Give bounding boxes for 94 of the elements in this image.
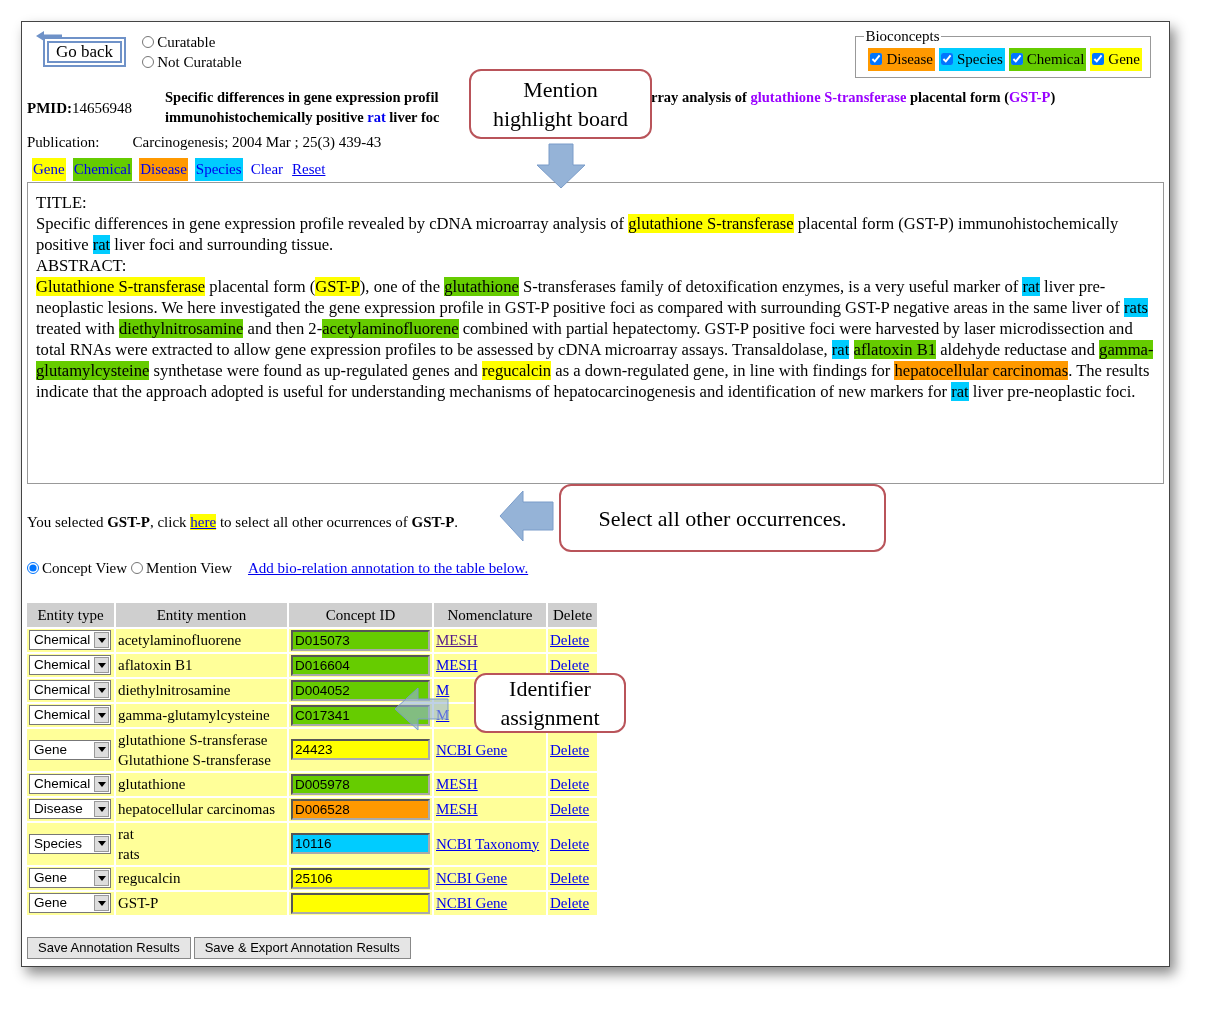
entity-mention: rat: [118, 824, 135, 844]
bioconcept-label: Chemical: [1026, 50, 1085, 69]
callout: Mention highlight board: [469, 69, 652, 139]
entity-type-dropdown[interactable]: Species: [29, 833, 111, 854]
pmid-text: PMID:14656948: [27, 98, 133, 118]
add-relation-link[interactable]: Add bio-relation annotation to the table below.: [247, 557, 529, 580]
column-header: Entity type: [27, 602, 114, 627]
entity-type-dropdown[interactable]: Gene: [29, 893, 111, 913]
concept-id-field[interactable]: 10116: [291, 833, 430, 854]
radio-label: Curatable: [157, 33, 216, 52]
bioconcept-label: Disease: [886, 50, 934, 69]
entity-type-dropdown[interactable]: Gene: [29, 739, 111, 760]
callout: Identifier assignment: [474, 673, 626, 733]
radio-button[interactable]: [142, 36, 155, 48]
concept-id-field[interactable]: [291, 892, 430, 914]
section-label: TITLE:: [36, 191, 88, 213]
concept-id-field[interactable]: D004052: [291, 679, 430, 701]
column-header: Delete: [548, 602, 598, 627]
section-label: ABSTRACT:: [36, 254, 128, 276]
selection-message: You selected GST-P, click here to select all other ocurrences of GST-P.: [27, 513, 459, 530]
concept-id-field[interactable]: D006528: [291, 798, 430, 820]
panel-legend: Bioconcepts: [864, 28, 941, 44]
checkbox[interactable]: [1010, 53, 1023, 66]
caret-icon: [94, 657, 109, 673]
title-fragment: Specific differences in gene expression profil: [165, 87, 440, 107]
caret-icon: [94, 895, 109, 911]
abstract-text: Glutathione S-transferase placental form (GST-P), one of the glutathione S-transferases family of detoxification enzymes, is a very useful marker of rat liver pre-neoplastic lesions. We here investigated the gene expression profile in GST-P positive foci as compared with surrounding GST-P negative areas in the same liver of rats treated with diethylnitrosamine and then 2-acetylaminofluorene combined with partial hepatectomy. GST-P positive foci were harvested by laser microdissection and total RNAs were extracted to allow gene expression profiles to be assessed by cDNA microarray assays. Transaldolase, rat aflatoxin B1 aldehyde reductase and gamma-glutamylcysteine synthetase were found as up-regulated genes and regucalcin as a down-regulated gene, in line with findings for hepatocellular carcinomas. The results indicate that the approach adopted is useful for understanding mechanisms of hepatocarcinogenesis and identification of new markers for rat liver pre-neoplastic foci.: [36, 275, 1155, 402]
entity-mention: hepatocellular carcinomas: [118, 800, 276, 819]
entity-type-dropdown[interactable]: Chemical: [29, 774, 111, 794]
column-header: Entity mention: [116, 602, 287, 627]
checkbox[interactable]: [941, 53, 954, 66]
callout-arrow: [499, 490, 555, 542]
title-fragment: rray analysis of glutathione S-transferase placental form (GST-P): [651, 87, 1056, 107]
here-link[interactable]: here: [190, 513, 217, 530]
entity-mention: aflatoxin B1: [118, 656, 194, 675]
callout: Select all other occurrences.: [559, 484, 886, 552]
caret-icon: [94, 801, 109, 817]
highlight-link[interactable]: Disease: [139, 158, 188, 181]
highlight-link[interactable]: Gene: [32, 158, 66, 181]
entity-mention: glutathione S-transferase: [118, 730, 269, 750]
save-button[interactable]: Save Annotation Results: [27, 936, 191, 959]
radio-label: Mention View: [146, 559, 232, 579]
publication-text: Carcinogenesis; 2004 Mar ; 25(3) 439-43: [132, 132, 382, 152]
highlight-link[interactable]: Reset: [291, 158, 327, 181]
entity-mention: diethylnitrosamine: [118, 681, 232, 700]
nomenclature-link[interactable]: M: [436, 682, 450, 698]
go-back-button[interactable]: Go back: [43, 37, 127, 67]
radio-button[interactable]: [142, 56, 155, 68]
entity-type-dropdown[interactable]: Chemical: [29, 705, 111, 725]
entity-type-dropdown[interactable]: Gene: [29, 868, 111, 888]
concept-id-field[interactable]: D016604: [291, 654, 430, 676]
radio-label: Concept View: [42, 559, 128, 579]
entity-mention: regucalcin: [118, 869, 182, 888]
entity-mention: Glutathione S-transferase: [118, 750, 272, 770]
concept-id-field[interactable]: 25106: [291, 867, 430, 889]
entity-mention: rats: [118, 844, 141, 864]
callout-arrow: [536, 143, 586, 190]
concept-id-field[interactable]: D015073: [291, 629, 430, 651]
back-arrow-icon: [35, 30, 63, 42]
entity-type-dropdown[interactable]: Disease: [29, 799, 111, 819]
checkbox[interactable]: [870, 53, 883, 66]
save-button[interactable]: Save & Export Annotation Results: [193, 936, 411, 959]
caret-icon: [94, 707, 109, 723]
radio-button[interactable]: [27, 562, 39, 575]
caret-icon: [94, 632, 109, 648]
column-header: Concept ID: [289, 602, 432, 627]
concept-id-field[interactable]: 24423: [291, 739, 430, 760]
caret-icon: [94, 776, 109, 792]
callout-arrow: [394, 687, 450, 731]
entity-type-dropdown[interactable]: Chemical: [29, 630, 111, 650]
checkbox[interactable]: [1092, 53, 1105, 66]
highlight-link[interactable]: Clear: [249, 158, 285, 181]
bioconcept-label: Gene: [1108, 50, 1140, 69]
caret-icon: [94, 835, 109, 852]
entity-mention: glutathione: [118, 775, 187, 794]
entity-type-dropdown[interactable]: Chemical: [29, 655, 111, 675]
radio-label: Not Curatable: [157, 53, 242, 72]
radio-button[interactable]: [131, 562, 144, 575]
caret-icon: [94, 870, 109, 886]
entity-type-dropdown[interactable]: Chemical: [29, 680, 111, 700]
title-fragment: immunohistochemically positive rat liver foc: [165, 107, 441, 127]
field-label: Publication:: [27, 132, 100, 152]
concept-id-field[interactable]: D005978: [291, 773, 430, 795]
column-header: Nomenclature: [434, 602, 546, 627]
caret-icon: [94, 741, 109, 758]
caret-icon: [94, 682, 109, 698]
bioconcept-label: Species: [957, 50, 1003, 69]
highlight-link[interactable]: Species: [194, 158, 243, 181]
title-text: Specific differences in gene expression profile revealed by cDNA microarray analysis of glutathione S-transferase placental form (GST-P) immunohistochemically positive rat liver foci and surrounding tissue.: [36, 212, 1120, 255]
highlight-link[interactable]: Chemical: [72, 158, 133, 181]
entity-mention: gamma-glutamylcysteine: [118, 706, 271, 725]
concept-id-field[interactable]: C017341: [291, 704, 430, 726]
entity-mention: GST-P: [118, 894, 160, 913]
entity-mention: acetylaminofluorene: [118, 631, 243, 650]
